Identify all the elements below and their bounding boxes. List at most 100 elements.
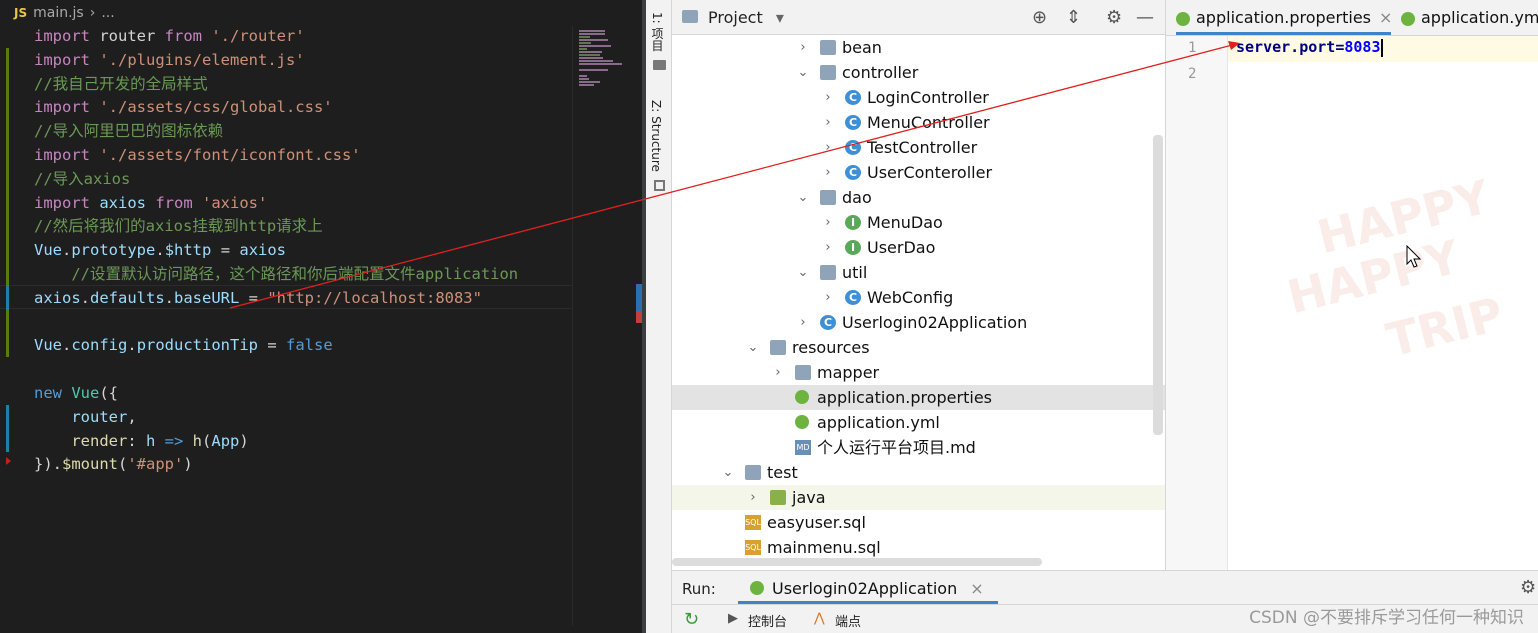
chevron-down-icon[interactable]: ⌄ bbox=[796, 260, 810, 285]
property-key: server.port= bbox=[1236, 38, 1345, 56]
close-icon[interactable]: × bbox=[970, 579, 983, 598]
tree-item[interactable]: › bean bbox=[672, 35, 1165, 60]
chevron-right-icon[interactable]: › bbox=[821, 210, 835, 235]
chevron-right-icon[interactable]: › bbox=[771, 360, 785, 385]
tree-item[interactable]: SQL easyuser.sql bbox=[672, 510, 1165, 535]
endpoints-tab[interactable]: 端点 bbox=[835, 611, 861, 630]
chevron-right-icon[interactable]: › bbox=[821, 160, 835, 185]
chevron-right-icon[interactable]: › bbox=[821, 285, 835, 310]
breadcrumb[interactable]: JS main.js › ... bbox=[0, 0, 642, 26]
chevron-right-icon[interactable]: › bbox=[821, 85, 835, 110]
minimap[interactable] bbox=[572, 26, 639, 626]
minimap-line bbox=[579, 36, 590, 38]
minimap-line bbox=[579, 33, 606, 35]
tree-item-label: mapper bbox=[817, 363, 880, 382]
code-line[interactable]: //导入axios bbox=[34, 167, 130, 191]
tree-item[interactable]: › C UserConteroller bbox=[672, 160, 1165, 185]
chevron-right-icon[interactable]: › bbox=[821, 110, 835, 135]
tree-item[interactable]: SQL mainmenu.sql bbox=[672, 535, 1165, 560]
gear-icon[interactable]: ⚙ bbox=[1106, 7, 1122, 28]
tree-item[interactable]: › java bbox=[672, 485, 1165, 510]
tree-item[interactable]: ⌄ util bbox=[672, 260, 1165, 285]
tree-item[interactable]: application.yml bbox=[672, 410, 1165, 435]
properties-code[interactable]: server.port=8083 bbox=[1236, 38, 1383, 57]
code-token: prototype bbox=[71, 241, 156, 260]
structure-tool-tab[interactable]: Z: Structure bbox=[649, 100, 663, 172]
code-token: productionTip bbox=[136, 336, 259, 355]
tab-application-properties[interactable]: application.properties × bbox=[1176, 0, 1392, 35]
code-line[interactable]: new Vue({ bbox=[34, 381, 118, 405]
structure-icon[interactable] bbox=[654, 180, 665, 191]
breadcrumb-file[interactable]: main.js bbox=[33, 5, 84, 21]
tree-item[interactable]: ⌄ dao bbox=[672, 185, 1165, 210]
project-view-selector[interactable]: Project ▾ bbox=[708, 8, 784, 27]
tree-item[interactable]: › I MenuDao bbox=[672, 210, 1165, 235]
tree-item[interactable]: › C LoginController bbox=[672, 85, 1165, 110]
chevron-down-icon[interactable]: ⌄ bbox=[796, 185, 810, 210]
tab-application-yml[interactable]: application.yml bbox=[1401, 0, 1538, 35]
code-token: = bbox=[211, 241, 240, 260]
code-line[interactable]: Vue.config.productionTip = false bbox=[34, 333, 333, 357]
folder-icon[interactable] bbox=[653, 60, 666, 70]
code-line[interactable]: //我自己开发的全局样式 bbox=[34, 72, 208, 96]
code-line[interactable]: render: h => h(App) bbox=[34, 429, 248, 453]
project-tool-tab[interactable]: 1: 项目 bbox=[649, 12, 666, 52]
chevron-down-icon[interactable]: ⌄ bbox=[796, 60, 810, 85]
tree-item[interactable]: application.properties bbox=[672, 385, 1165, 410]
code-line[interactable]: import './assets/css/global.css' bbox=[34, 95, 333, 119]
minimap-line bbox=[579, 54, 600, 56]
console-tab[interactable]: 控制台 bbox=[748, 611, 787, 630]
code-area[interactable]: import router from './router' import './p… bbox=[0, 24, 572, 624]
tree-item[interactable]: › C WebConfig bbox=[672, 285, 1165, 310]
chevron-right-icon[interactable]: › bbox=[796, 310, 810, 335]
code-line[interactable]: import axios from 'axios' bbox=[34, 191, 267, 215]
code-line[interactable]: import './plugins/element.js' bbox=[34, 48, 305, 72]
tree-item[interactable]: › C TestController bbox=[672, 135, 1165, 160]
code-line[interactable]: //设置默认访问路径，这个路径和你后端配置文件application bbox=[34, 262, 518, 286]
vertical-scrollbar[interactable] bbox=[1153, 135, 1163, 435]
tree-item-label: Userlogin02Application bbox=[842, 313, 1028, 332]
chevron-right-icon[interactable]: › bbox=[821, 235, 835, 260]
chevron-down-icon[interactable]: ⌄ bbox=[746, 335, 760, 360]
code-line[interactable]: axios.defaults.baseURL = "http://localho… bbox=[34, 286, 482, 310]
breadcrumb-more[interactable]: ... bbox=[101, 5, 114, 21]
horizontal-scrollbar[interactable] bbox=[672, 558, 1042, 566]
tree-item[interactable]: › mapper bbox=[672, 360, 1165, 385]
hide-panel-icon[interactable]: — bbox=[1136, 7, 1154, 28]
project-icon bbox=[682, 10, 698, 23]
code-token: import bbox=[34, 98, 90, 117]
code-token: axios bbox=[34, 288, 81, 307]
code-line[interactable]: }).$mount('#app') bbox=[34, 452, 193, 476]
tree-item[interactable]: ⌄ test bbox=[672, 460, 1165, 485]
chevron-down-icon[interactable]: ⌄ bbox=[721, 460, 735, 485]
code-line[interactable]: import './assets/font/iconfont.css' bbox=[34, 143, 361, 167]
code-line[interactable]: //导入阿里巴巴的图标依赖 bbox=[34, 119, 223, 143]
code-line[interactable]: //然后将我们的axios挂载到http请求上 bbox=[34, 214, 323, 238]
tree-item[interactable]: › I UserDao bbox=[672, 235, 1165, 260]
chevron-right-icon[interactable]: › bbox=[821, 135, 835, 160]
collapse-all-icon[interactable]: ⇕ bbox=[1066, 7, 1081, 28]
tree-item[interactable]: MD 个人运行平台项目.md bbox=[672, 435, 1165, 460]
chevron-right-icon[interactable]: › bbox=[796, 35, 810, 60]
locate-icon[interactable]: ⊕ bbox=[1032, 7, 1047, 28]
code-token: './plugins/element.js' bbox=[99, 50, 305, 69]
code-line[interactable]: Vue.prototype.$http = axios bbox=[34, 238, 286, 262]
tree-item[interactable]: › C Userlogin02Application bbox=[672, 310, 1165, 335]
code-token: baseURL bbox=[174, 288, 240, 307]
chevron-right-icon[interactable]: › bbox=[746, 485, 760, 510]
code-line[interactable]: router, bbox=[34, 405, 136, 429]
code-line[interactable]: import router from './router' bbox=[34, 24, 305, 48]
gear-icon[interactable]: ⚙ bbox=[1520, 577, 1536, 598]
tree-item[interactable]: › C MenuController bbox=[672, 110, 1165, 135]
rerun-icon[interactable]: ↻ bbox=[684, 609, 699, 630]
tree-item[interactable]: ⌄ resources bbox=[672, 335, 1165, 360]
tree-item-label: LoginController bbox=[867, 88, 989, 107]
markdown-icon: MD bbox=[795, 440, 811, 455]
class-icon: C bbox=[820, 315, 836, 330]
tree-item[interactable]: ⌄ controller bbox=[672, 60, 1165, 85]
code-token: h bbox=[146, 431, 156, 450]
run-config-tab[interactable]: Userlogin02Application × bbox=[738, 571, 998, 604]
code-token: axios bbox=[90, 193, 156, 212]
close-icon[interactable]: × bbox=[1379, 8, 1392, 27]
